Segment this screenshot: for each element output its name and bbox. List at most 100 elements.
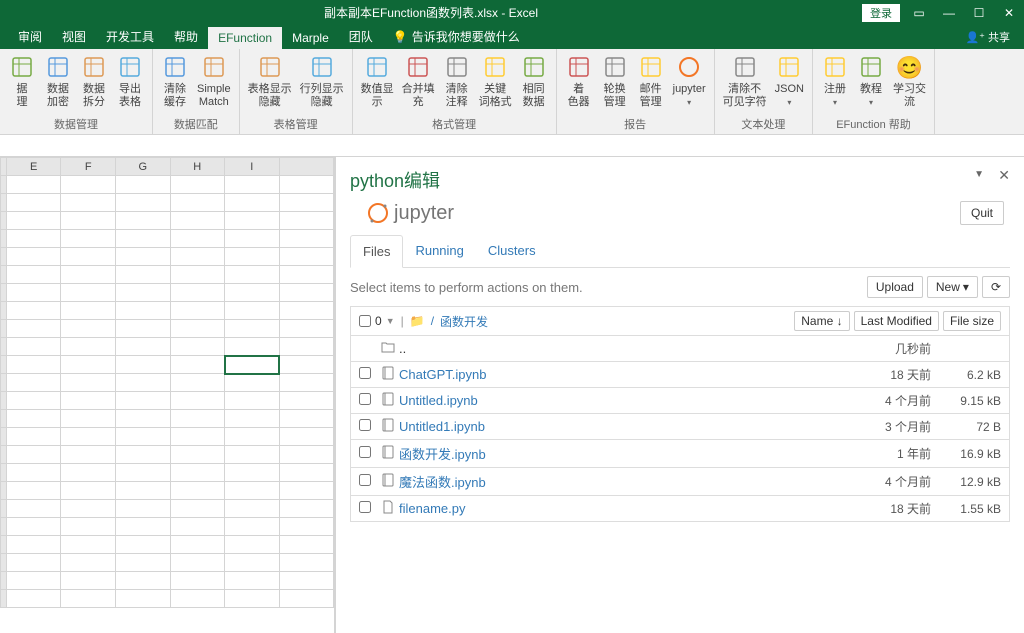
cell[interactable] xyxy=(279,212,334,230)
cell[interactable] xyxy=(115,230,170,248)
cell[interactable] xyxy=(279,410,334,428)
ribbon-btn[interactable]: 表格显示隐藏 xyxy=(244,51,296,114)
cell[interactable] xyxy=(6,446,61,464)
cell[interactable] xyxy=(279,590,334,608)
cell[interactable] xyxy=(170,320,225,338)
cell[interactable] xyxy=(170,410,225,428)
cell[interactable] xyxy=(115,464,170,482)
col-header[interactable]: F xyxy=(61,158,116,176)
sort-size[interactable]: File size xyxy=(943,311,1001,331)
cell[interactable] xyxy=(170,392,225,410)
tell-me[interactable]: 💡 告诉我你想要做什么 xyxy=(383,24,530,49)
cell[interactable] xyxy=(279,320,334,338)
ribbon-btn[interactable]: 合并填充 xyxy=(398,51,439,114)
cell[interactable] xyxy=(279,482,334,500)
tab-dev[interactable]: 开发工具 xyxy=(96,24,164,49)
cell[interactable] xyxy=(6,374,61,392)
tab-review[interactable]: 审阅 xyxy=(8,24,52,49)
cell[interactable] xyxy=(170,266,225,284)
cell[interactable] xyxy=(279,554,334,572)
cell[interactable] xyxy=(279,230,334,248)
cell[interactable] xyxy=(115,482,170,500)
cell[interactable] xyxy=(61,482,116,500)
ribbon-display-icon[interactable]: ▭ xyxy=(904,0,934,25)
cell[interactable] xyxy=(61,590,116,608)
cell[interactable] xyxy=(115,590,170,608)
cell[interactable] xyxy=(225,536,279,554)
cell[interactable] xyxy=(279,464,334,482)
cell[interactable] xyxy=(6,194,61,212)
cell[interactable] xyxy=(170,374,225,392)
panel-close-icon[interactable]: ✕ xyxy=(998,167,1010,184)
cell[interactable] xyxy=(170,518,225,536)
cell[interactable] xyxy=(115,194,170,212)
cell[interactable] xyxy=(225,554,279,572)
row-checkbox[interactable] xyxy=(359,446,371,458)
chevron-down-icon[interactable]: ▼ xyxy=(386,316,395,326)
cell[interactable] xyxy=(279,500,334,518)
file-name[interactable]: Untitled1.ipynb xyxy=(399,419,841,434)
ribbon-btn[interactable]: SimpleMatch xyxy=(193,51,235,114)
ribbon-btn[interactable]: 关键词格式 xyxy=(475,51,516,114)
cell[interactable] xyxy=(61,500,116,518)
ribbon-btn[interactable]: 数据拆分 xyxy=(76,51,112,114)
cell[interactable] xyxy=(6,554,61,572)
cell[interactable] xyxy=(225,320,279,338)
cell[interactable] xyxy=(61,212,116,230)
cell[interactable] xyxy=(6,320,61,338)
new-button[interactable]: New▾ xyxy=(927,276,978,298)
ribbon-btn[interactable]: 着色器 xyxy=(561,51,597,114)
cell[interactable] xyxy=(225,392,279,410)
cell[interactable] xyxy=(6,572,61,590)
cell[interactable] xyxy=(115,284,170,302)
cell[interactable] xyxy=(115,320,170,338)
cell[interactable] xyxy=(170,176,225,194)
file-name[interactable]: Untitled.ipynb xyxy=(399,393,841,408)
jtab-clusters[interactable]: Clusters xyxy=(476,235,548,267)
cell[interactable] xyxy=(279,518,334,536)
cell[interactable] xyxy=(6,302,61,320)
cell[interactable] xyxy=(61,464,116,482)
cell[interactable] xyxy=(61,536,116,554)
col-header[interactable]: H xyxy=(170,158,225,176)
cell[interactable] xyxy=(6,428,61,446)
upload-button[interactable]: Upload xyxy=(867,276,923,298)
cell[interactable] xyxy=(61,446,116,464)
cell[interactable] xyxy=(279,176,334,194)
cell[interactable] xyxy=(61,392,116,410)
sort-name[interactable]: Name ↓ xyxy=(794,311,849,331)
cell[interactable] xyxy=(170,284,225,302)
cell[interactable] xyxy=(279,266,334,284)
cell[interactable] xyxy=(170,230,225,248)
cell[interactable] xyxy=(170,428,225,446)
cell[interactable] xyxy=(225,572,279,590)
cell[interactable] xyxy=(225,212,279,230)
tab-marple[interactable]: Marple xyxy=(282,27,339,49)
cell[interactable] xyxy=(115,446,170,464)
cell[interactable] xyxy=(115,554,170,572)
file-name[interactable]: ChatGPT.ipynb xyxy=(399,367,841,382)
close-icon[interactable]: ✕ xyxy=(994,0,1024,25)
cell[interactable] xyxy=(6,410,61,428)
formula-bar[interactable] xyxy=(0,135,1024,157)
row-checkbox[interactable] xyxy=(359,474,371,486)
cell[interactable] xyxy=(61,302,116,320)
breadcrumb[interactable]: 📁 / 函数开发 xyxy=(410,313,488,330)
col-header[interactable]: E xyxy=(6,158,61,176)
cell[interactable] xyxy=(115,302,170,320)
tab-help[interactable]: 帮助 xyxy=(164,24,208,49)
cell[interactable] xyxy=(225,356,279,374)
tab-team[interactable]: 团队 xyxy=(339,24,383,49)
login-button[interactable]: 登录 xyxy=(862,4,900,22)
cell[interactable] xyxy=(115,356,170,374)
ribbon-btn[interactable]: 数据加密 xyxy=(40,51,76,114)
cell[interactable] xyxy=(115,392,170,410)
quit-button[interactable]: Quit xyxy=(960,201,1004,225)
cell[interactable] xyxy=(170,536,225,554)
cell[interactable] xyxy=(225,284,279,302)
cell[interactable] xyxy=(115,536,170,554)
ribbon-btn[interactable]: JSON xyxy=(771,51,808,114)
row-checkbox[interactable] xyxy=(359,419,371,431)
sort-modified[interactable]: Last Modified xyxy=(854,311,939,331)
cell[interactable] xyxy=(279,428,334,446)
